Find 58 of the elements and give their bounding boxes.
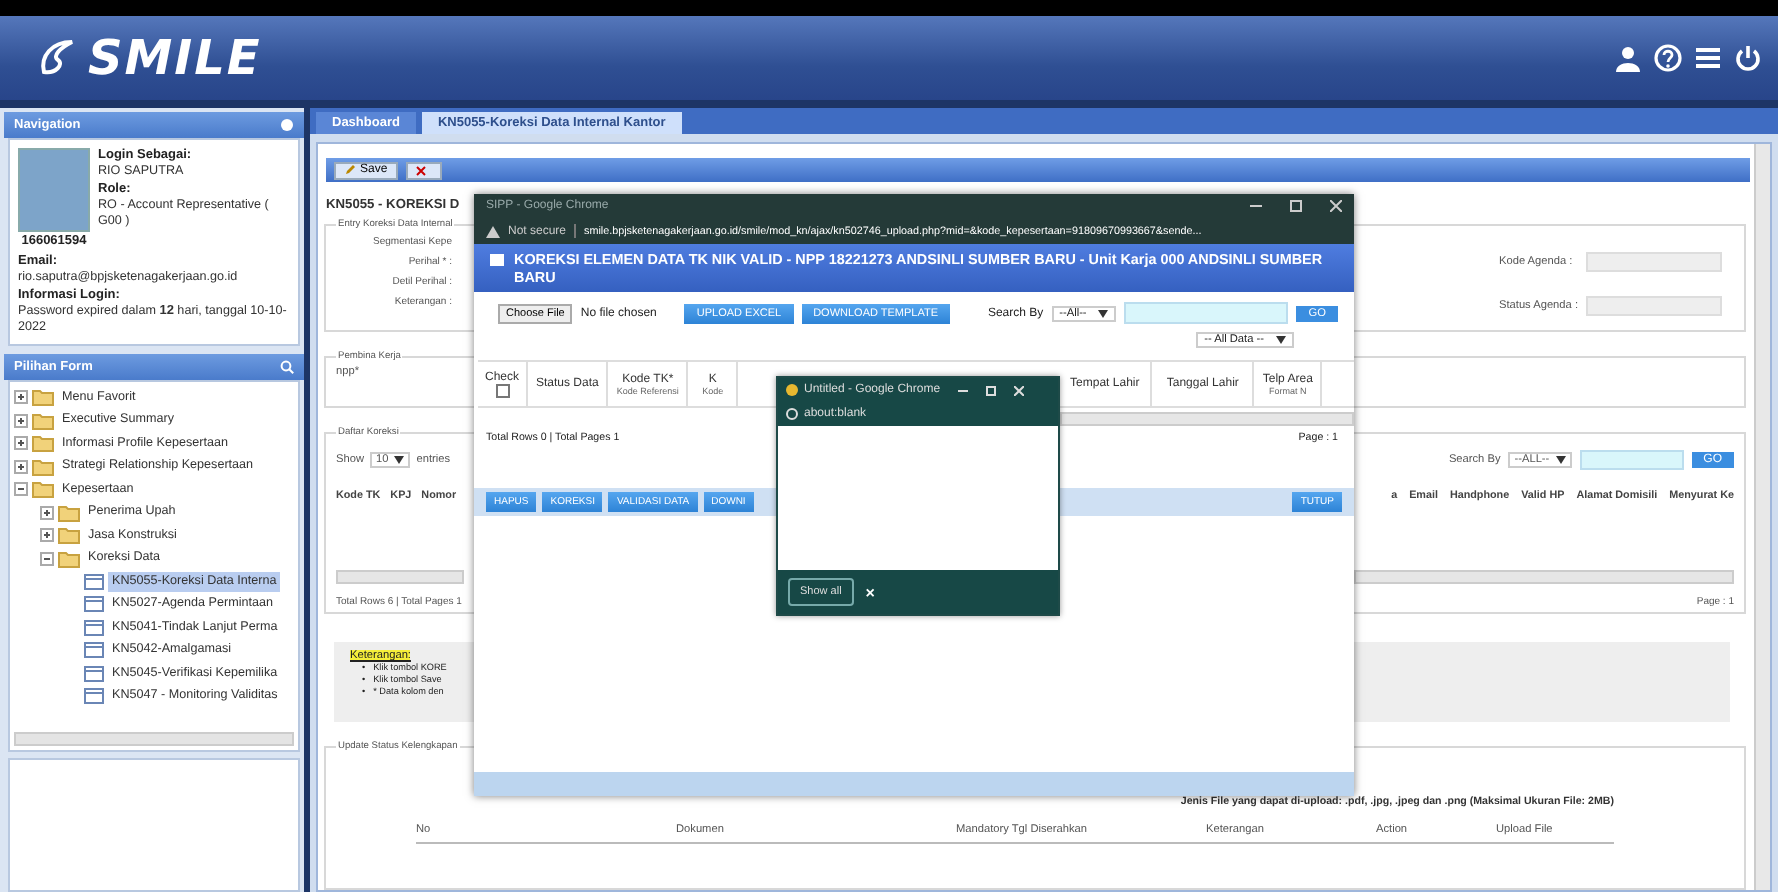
power-icon[interactable]: [1734, 44, 1762, 72]
browser-icon: [786, 384, 798, 396]
caret-icon: [1276, 336, 1286, 344]
window-icon: [84, 619, 104, 636]
folder-icon: [58, 503, 80, 522]
delete-button[interactable]: [405, 161, 442, 179]
maximize-icon[interactable]: [986, 385, 997, 395]
input-field[interactable]: [1586, 252, 1722, 272]
expand-toggle-icon[interactable]: [14, 390, 28, 405]
avatar-placeholder: [18, 148, 90, 232]
caret-icon: [394, 456, 405, 464]
window-icon: [490, 254, 504, 266]
checkbox[interactable]: [495, 383, 509, 397]
close-icon[interactable]: [1014, 385, 1025, 395]
scrollbar[interactable]: [336, 570, 464, 584]
window-icon: [84, 596, 104, 613]
input-field[interactable]: [1586, 296, 1722, 316]
collapse-icon[interactable]: [280, 118, 294, 132]
caret-icon: [1098, 309, 1109, 317]
warning-icon: [486, 225, 500, 237]
folder-icon: [32, 411, 54, 430]
scrollbar[interactable]: [14, 731, 294, 746]
scrollbar[interactable]: [1754, 144, 1770, 890]
folder-icon: [32, 480, 54, 499]
app-logo: SMILE: [88, 30, 262, 86]
close-icon[interactable]: [1330, 200, 1342, 212]
info-icon: [786, 408, 798, 420]
user-icon[interactable]: [1614, 44, 1642, 72]
folder-icon: [58, 526, 80, 545]
folder-icon: [32, 388, 54, 407]
window-icon: [84, 665, 104, 682]
search-field[interactable]: [1579, 450, 1684, 470]
expand-toggle-icon[interactable]: [14, 413, 28, 428]
window-icon: [84, 642, 104, 659]
menu-icon[interactable]: [1694, 44, 1722, 72]
maximize-icon[interactable]: [1290, 200, 1302, 212]
window-icon: [84, 688, 104, 705]
caret-icon: [1555, 456, 1566, 464]
help-icon[interactable]: [1654, 44, 1682, 72]
close-button[interactable]: ×: [865, 583, 875, 601]
scrollbar-track[interactable]: [1354, 570, 1734, 584]
minimize-icon[interactable]: [1250, 200, 1262, 212]
expand-toggle-icon[interactable]: [40, 505, 54, 520]
minimize-icon[interactable]: [958, 385, 969, 395]
expand-toggle-icon[interactable]: [14, 482, 28, 497]
expand-toggle-icon[interactable]: [14, 459, 28, 474]
close-icon: [415, 165, 426, 175]
folder-icon: [58, 549, 80, 568]
folder-icon: [32, 457, 54, 476]
folder-icon: [32, 434, 54, 453]
scrollbar[interactable]: [1060, 412, 1354, 426]
expand-toggle-icon[interactable]: [40, 551, 54, 566]
window-icon: [84, 573, 104, 590]
expand-toggle-icon[interactable]: [40, 528, 54, 543]
pencil-icon: [344, 164, 356, 176]
search-field[interactable]: [1124, 302, 1289, 324]
search-icon[interactable]: [280, 359, 294, 374]
expand-toggle-icon[interactable]: [14, 436, 28, 451]
